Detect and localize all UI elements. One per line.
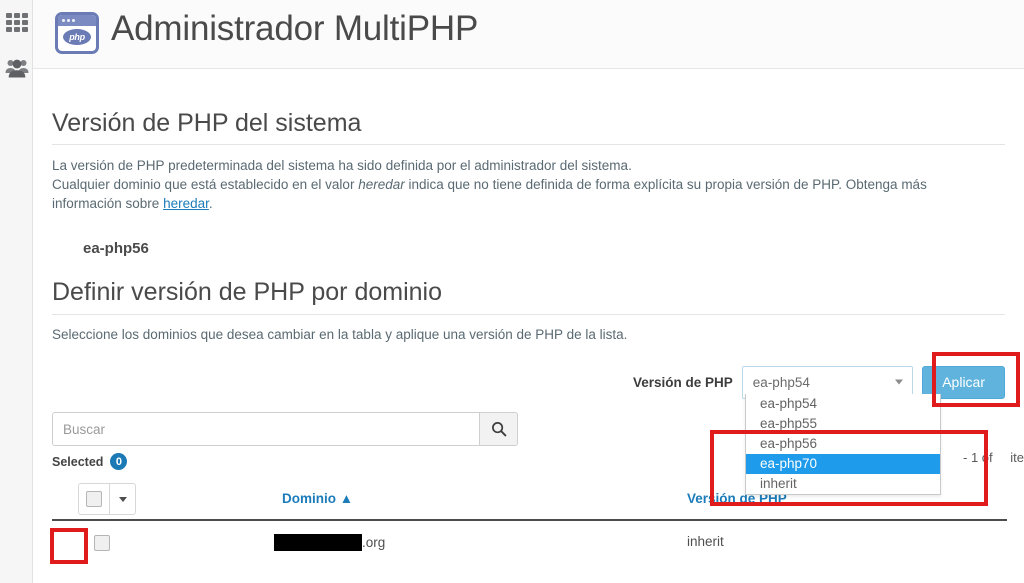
divider-domain (52, 314, 1005, 315)
dropdown-option-ea-php56[interactable]: ea-php56 (746, 434, 940, 454)
redacted-domain-name (274, 534, 362, 551)
selected-count-badge: 0 (110, 453, 128, 470)
system-paragraph-line2-post: indica que no tiene definida de forma ex… (404, 177, 927, 192)
column-header-domain-label: Dominio (282, 491, 336, 506)
system-paragraph-line3-post: . (208, 196, 213, 211)
row-domain-suffix: .org (362, 535, 386, 550)
select-all-dropdown-button[interactable] (109, 484, 135, 514)
search-icon (491, 422, 506, 437)
select-all-checkbox[interactable] (86, 491, 102, 507)
system-paragraph-line2-emphasis: heredar (358, 177, 405, 192)
pagination-items-label: items (1010, 450, 1024, 465)
section-title-domain-version: Definir versión de PHP por dominio (52, 278, 443, 306)
users-icon (5, 59, 29, 78)
search-input[interactable] (52, 412, 479, 446)
multiphp-manager-page: php Administrador MultiPHP Versión de PH… (0, 0, 1024, 583)
pagination-info: - 1 of items (963, 450, 1024, 465)
php-icon: php (55, 12, 99, 54)
system-php-version-value: ea-php56 (83, 240, 149, 257)
search-button[interactable] (479, 412, 518, 446)
divider-system (52, 144, 1005, 145)
row-select-checkbox[interactable] (94, 535, 110, 551)
system-paragraph-line2-pre: Cualquier dominio que está establecido e… (52, 177, 359, 192)
inherit-help-link[interactable]: heredar (163, 196, 209, 211)
table-row: .org inherit (52, 521, 1007, 567)
sort-ascending-icon: ▲ (339, 491, 354, 506)
php-version-select-value: ea-php54 (752, 374, 810, 390)
dropdown-option-inherit[interactable]: inherit (746, 474, 940, 494)
row-domain-cell: .org (274, 534, 385, 551)
sidebar-item-apps[interactable] (4, 9, 30, 35)
page-title: Administrador MultiPHP (111, 9, 479, 48)
system-paragraph-line3-pre: información sobre (52, 196, 164, 211)
row-version-cell: inherit (687, 534, 724, 549)
system-paragraph-line1: La versión de PHP predeterminada del sis… (52, 158, 632, 173)
grid-icon (6, 12, 28, 32)
search-bar (52, 412, 518, 446)
sidebar-item-users[interactable] (4, 55, 30, 81)
chevron-down-icon (118, 496, 127, 502)
dropdown-option-ea-php55[interactable]: ea-php55 (746, 414, 940, 434)
column-header-domain[interactable]: Dominio ▲ (282, 491, 353, 506)
system-paragraph-line3: información sobre heredar. (52, 194, 213, 213)
php-version-dropdown-list[interactable]: ea-php54 ea-php55 ea-php56 ea-php70 inhe… (745, 394, 941, 495)
select-all-group (78, 483, 136, 515)
pagination-range: - 1 of (963, 450, 997, 465)
selected-counter: Selected 0 (52, 453, 128, 470)
selected-label: Selected (52, 454, 104, 469)
section-title-system-version: Versión de PHP del sistema (52, 109, 362, 137)
page-content: Versión de PHP del sistema La versión de… (33, 69, 1024, 583)
dropdown-option-ea-php70[interactable]: ea-php70 (746, 454, 940, 474)
system-paragraph-line2: Cualquier dominio que está establecido e… (52, 175, 927, 194)
php-version-label: Versión de PHP (633, 374, 733, 390)
page-header: php Administrador MultiPHP (33, 0, 1024, 69)
select-all-checkbox-cell[interactable] (79, 484, 109, 514)
sidebar-rail (0, 0, 33, 583)
chevron-down-icon (895, 379, 904, 385)
dropdown-option-ea-php54[interactable]: ea-php54 (746, 394, 940, 414)
domain-section-description: Seleccione los dominios que desea cambia… (52, 327, 628, 342)
